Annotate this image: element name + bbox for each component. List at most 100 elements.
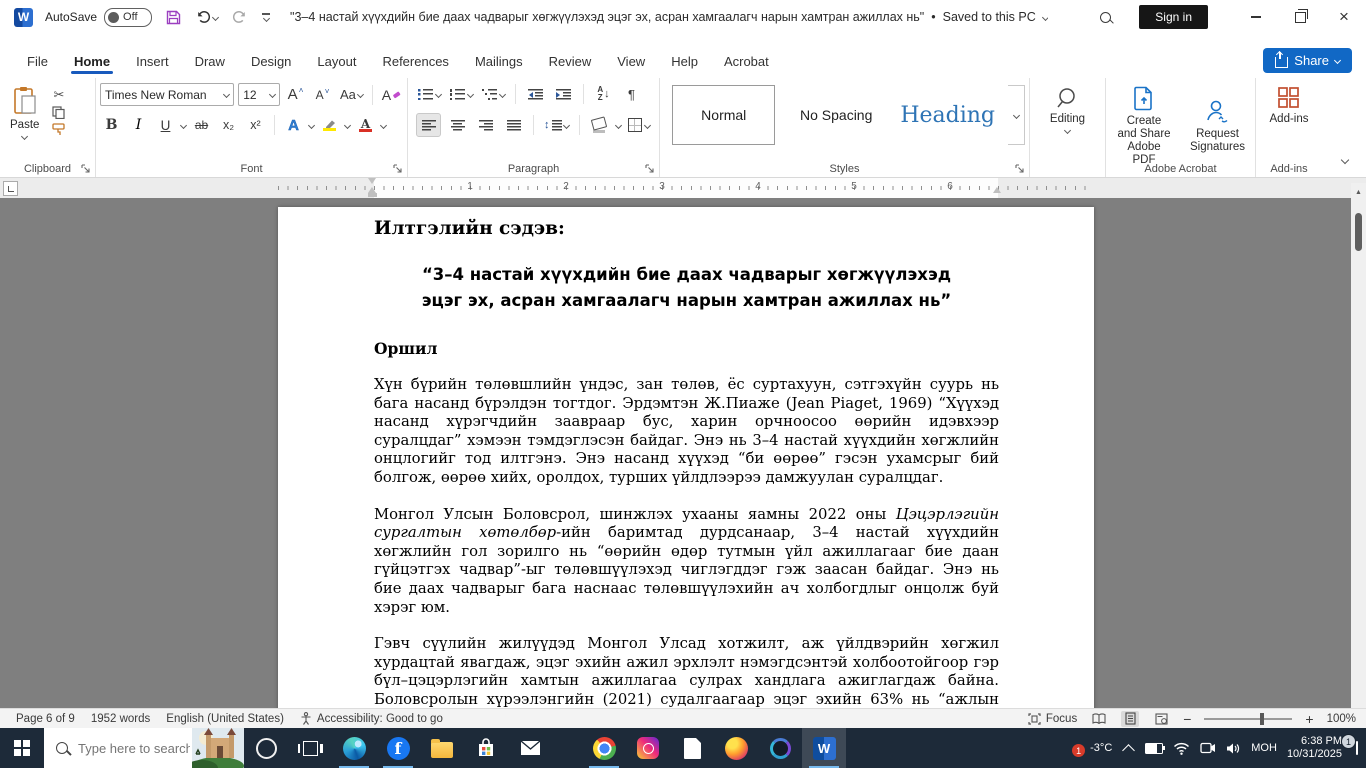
copy-icon[interactable]	[52, 106, 66, 119]
change-case-button[interactable]: Aa	[338, 84, 365, 106]
clear-formatting-button[interactable]: A	[380, 84, 403, 106]
increase-indent-button[interactable]	[552, 83, 575, 105]
focus-mode-button[interactable]: Focus	[1028, 713, 1077, 725]
align-right-button[interactable]	[474, 114, 497, 136]
show-hide-marks-button[interactable]: ¶	[620, 83, 643, 105]
tab-home[interactable]: Home	[61, 47, 123, 78]
clipboard-dialog-launcher-icon[interactable]	[81, 164, 91, 174]
web-layout-button[interactable]	[1152, 711, 1170, 727]
align-left-button[interactable]	[416, 113, 441, 137]
superscript-button[interactable]: x²	[244, 114, 267, 136]
volume-icon[interactable]	[1226, 742, 1241, 755]
saved-status-dropdown-icon[interactable]	[1041, 13, 1048, 21]
taskbar-word[interactable]: W	[802, 728, 846, 768]
hanging-indent-marker[interactable]	[368, 187, 377, 197]
save-icon[interactable]	[166, 10, 181, 25]
autosave-toggle[interactable]: Off	[104, 7, 153, 27]
line-spacing-button[interactable]: ↕	[542, 114, 571, 136]
font-color-button[interactable]: A	[354, 114, 377, 136]
doc-report-title-line2[interactable]: эцэг эх, асран хамгаалагч нарын хамтран …	[374, 288, 999, 314]
tray-overflow-icon[interactable]	[1122, 743, 1136, 757]
taskbar-file-explorer[interactable]	[420, 728, 464, 768]
saved-status[interactable]: Saved to this PC	[943, 10, 1036, 24]
taskbar-notepad[interactable]	[670, 728, 714, 768]
language-indicator[interactable]: English (United States)	[166, 713, 284, 725]
tab-review[interactable]: Review	[536, 47, 605, 78]
bold-button[interactable]: B	[100, 114, 123, 136]
tab-file[interactable]: File	[14, 47, 61, 78]
sign-in-button[interactable]: Sign in	[1139, 5, 1208, 29]
autosave-control[interactable]: AutoSave Off	[45, 7, 153, 27]
word-count[interactable]: 1952 words	[91, 713, 150, 725]
zoom-slider[interactable]	[1204, 712, 1293, 725]
font-color-dropdown-icon[interactable]	[379, 121, 388, 129]
italic-button[interactable]: I	[127, 114, 150, 136]
first-line-indent-marker[interactable]	[368, 178, 376, 184]
format-painter-icon[interactable]	[52, 123, 66, 136]
create-share-pdf-button[interactable]: Create and Share Adobe PDF	[1110, 83, 1178, 170]
shading-button[interactable]	[588, 114, 611, 136]
justify-button[interactable]	[502, 114, 525, 136]
text-effects-button[interactable]: A	[282, 114, 305, 136]
style-normal[interactable]: Normal	[672, 85, 776, 145]
zoom-slider-thumb[interactable]	[1260, 712, 1265, 725]
styles-dialog-launcher-icon[interactable]	[1015, 164, 1025, 174]
scroll-up-icon[interactable]: ▲	[1351, 183, 1366, 196]
styles-gallery-scroll[interactable]	[1008, 85, 1026, 145]
align-center-button[interactable]	[446, 114, 469, 136]
tab-selector[interactable]	[3, 181, 18, 196]
tab-insert[interactable]: Insert	[123, 47, 182, 78]
restore-button[interactable]	[1278, 0, 1322, 34]
vertical-scrollbar[interactable]: ▲	[1351, 183, 1366, 708]
editing-button[interactable]: Editing	[1034, 83, 1101, 136]
highlight-dropdown-icon[interactable]	[343, 121, 352, 129]
numbering-button[interactable]	[448, 83, 475, 105]
underline-dropdown-icon[interactable]	[179, 121, 188, 129]
task-view-button[interactable]	[288, 728, 332, 768]
text-effects-dropdown-icon[interactable]	[307, 121, 316, 129]
doc-report-title[interactable]: “3–4 настай хүүхдийн бие даах чадварыг х…	[374, 262, 999, 314]
taskbar-search-input[interactable]	[76, 739, 192, 757]
read-mode-button[interactable]	[1090, 711, 1108, 727]
grow-font-button[interactable]: A ˄	[284, 84, 307, 106]
bullets-button[interactable]	[416, 83, 443, 105]
taskbar-store[interactable]	[464, 728, 508, 768]
tab-mailings[interactable]: Mailings	[462, 47, 536, 78]
undo-dropdown-icon[interactable]	[212, 13, 220, 21]
tab-draw[interactable]: Draw	[182, 47, 238, 78]
shading-dropdown-icon[interactable]	[614, 121, 622, 129]
paste-button[interactable]: Paste	[4, 83, 45, 142]
borders-button[interactable]	[626, 114, 652, 136]
tab-layout[interactable]: Layout	[304, 47, 369, 78]
strikethrough-button[interactable]: ab	[190, 114, 213, 136]
doc-paragraph-1[interactable]: Хүн бүрийн төлөвшлийн үндэс, зан төлөв, …	[374, 376, 999, 488]
sort-button[interactable]: AZ ↓	[592, 83, 615, 105]
undo-button[interactable]	[195, 10, 220, 24]
input-language-indicator[interactable]: MOH	[1251, 742, 1277, 754]
tab-references[interactable]: References	[369, 47, 461, 78]
taskbar-mail[interactable]	[508, 728, 552, 768]
multilevel-list-button[interactable]	[480, 83, 507, 105]
share-button[interactable]: Share	[1263, 48, 1352, 73]
underline-button[interactable]: U	[154, 114, 177, 136]
font-dialog-launcher-icon[interactable]	[393, 164, 403, 174]
doc-report-title-line1[interactable]: “3–4 настай хүүхдийн бие даах чадварыг х…	[374, 262, 999, 288]
tab-design[interactable]: Design	[238, 47, 304, 78]
decrease-indent-button[interactable]	[524, 83, 547, 105]
zoom-in-button[interactable]: +	[1305, 711, 1313, 727]
doc-paragraph-3[interactable]: Гэвч сүүлийн жилүүдэд Монгол Улсад хотжи…	[374, 635, 999, 708]
right-indent-marker[interactable]	[993, 187, 1001, 193]
action-center-button[interactable]: 1	[1341, 734, 1358, 755]
doc-paragraph-2[interactable]: Монгол Улсын Боловсрол, шинжлэх ухааны я…	[374, 506, 999, 618]
horizontal-ruler[interactable]: 1 2 3 4 5 6	[0, 178, 1366, 198]
scrollbar-thumb[interactable]	[1355, 213, 1362, 251]
customize-qat-icon[interactable]	[262, 13, 271, 22]
doc-heading[interactable]: Илтгэлийн сэдэв:	[374, 218, 999, 239]
word-app-icon[interactable]: W	[14, 7, 33, 27]
zoom-level[interactable]: 100%	[1327, 713, 1356, 725]
paragraph-dialog-launcher-icon[interactable]	[645, 164, 655, 174]
redo-icon[interactable]	[232, 10, 248, 24]
meet-now-icon[interactable]	[1200, 742, 1216, 754]
close-button[interactable]: ×	[1322, 0, 1366, 34]
minimize-button[interactable]	[1234, 0, 1278, 34]
